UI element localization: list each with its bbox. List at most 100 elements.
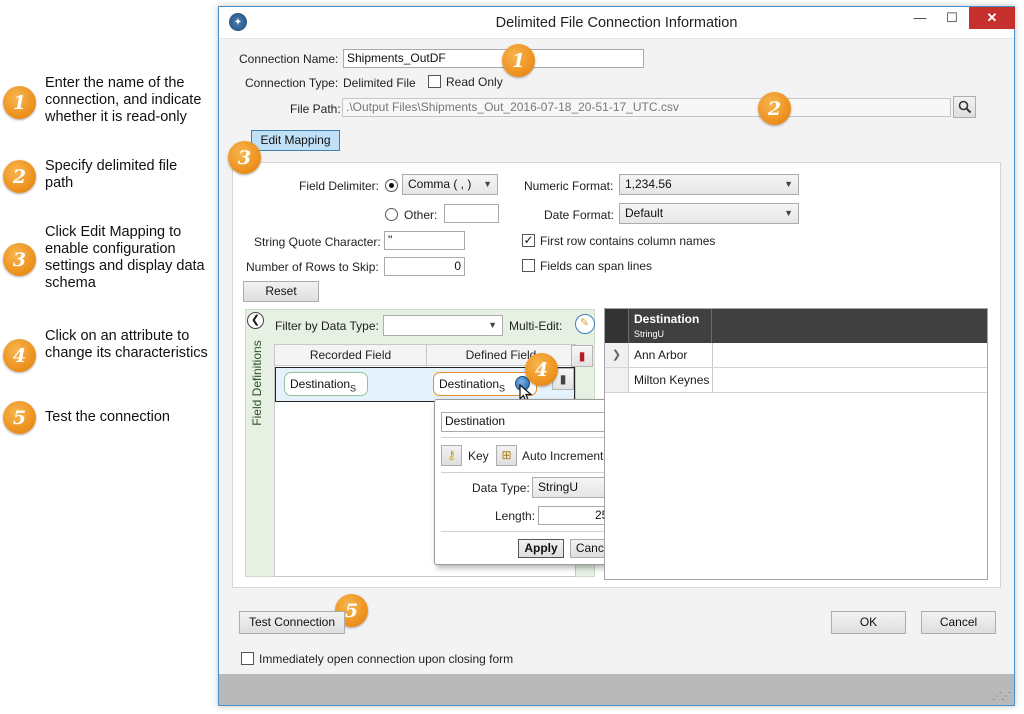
auto-increment-button[interactable]: ⊞: [496, 445, 517, 466]
annotation-text-5: Test the connection: [45, 409, 170, 425]
test-connection-button[interactable]: Test Connection: [239, 611, 345, 634]
row-selector[interactable]: [605, 368, 629, 392]
data-grid-header: Destination StringU: [605, 309, 987, 343]
annotation-badge-1: 1: [3, 86, 36, 119]
chevron-down-icon: ▼: [488, 320, 497, 330]
data-row[interactable]: ❯ Ann Arbor: [605, 343, 987, 368]
open-on-close-label: Immediately open connection upon closing…: [259, 652, 514, 666]
span-lines-checkbox[interactable]: [522, 259, 535, 272]
rows-skip-label: Number of Rows to Skip:: [246, 260, 379, 274]
annotation-badge-2: 2: [3, 160, 36, 193]
span-lines-label: Fields can span lines: [540, 259, 653, 273]
data-row[interactable]: Milton Keynes: [605, 368, 987, 393]
key-icon: ⚷: [447, 448, 456, 462]
search-icon: [958, 100, 971, 114]
numeric-format-label: Numeric Format:: [524, 179, 614, 193]
apply-button[interactable]: Apply: [518, 539, 564, 558]
key-label: Key: [468, 449, 489, 463]
resize-grip-icon[interactable]: ⋰⋰: [992, 691, 1011, 702]
recorded-field-value: Destination: [290, 377, 351, 391]
defined-field-value: Destination: [439, 377, 500, 391]
annotation-text-2: Specify delimited file path: [45, 158, 178, 191]
chevron-left-icon: ❮: [250, 314, 261, 326]
date-format-dropdown[interactable]: Default ▼: [619, 203, 799, 224]
column-type: StringU: [634, 329, 665, 339]
pencil-icon: ✎: [580, 317, 590, 329]
chevron-down-icon: ▼: [784, 179, 793, 189]
other-delimiter-input[interactable]: [444, 204, 499, 223]
annotation-text-4: Click on an attribute to change its char…: [45, 328, 208, 361]
other-radio[interactable]: [385, 208, 398, 221]
rows-skip-input[interactable]: 0: [384, 257, 465, 276]
numeric-format-value: 1,234.56: [625, 177, 672, 191]
read-only-label: Read Only: [446, 75, 503, 89]
length-label: Length:: [495, 509, 536, 523]
delimiter-dropdown[interactable]: Comma ( , ) ▼: [402, 174, 498, 195]
cell-divider: [712, 368, 713, 392]
multi-edit-toggle[interactable]: ✎: [575, 314, 595, 334]
defined-field-type: S: [499, 383, 506, 394]
other-label: Other:: [404, 208, 438, 222]
popup-divider: [441, 437, 619, 438]
reset-button[interactable]: Reset: [243, 281, 319, 302]
connection-type-value: Delimited File: [343, 76, 416, 90]
recorded-field-type: S: [350, 383, 357, 394]
row-header-corner: [605, 309, 629, 343]
edit-mapping-button[interactable]: Edit Mapping: [251, 130, 340, 151]
cancel-button[interactable]: Cancel: [921, 611, 996, 634]
file-path-input[interactable]: .\Output Files\Shipments_Out_2016-07-18_…: [342, 98, 951, 117]
annotation-badge-4: 4: [3, 339, 36, 372]
multi-edit-label: Multi-Edit:: [509, 319, 563, 333]
filter-data-type-label: Filter by Data Type:: [275, 319, 379, 333]
ok-button[interactable]: OK: [831, 611, 906, 634]
read-only-checkbox[interactable]: [428, 75, 441, 88]
field-delimiter-label: Field Delimiter:: [299, 179, 380, 193]
open-on-close-checkbox[interactable]: [241, 652, 254, 665]
callout-badge-3: 3: [228, 141, 261, 174]
data-type-value: StringU: [538, 480, 579, 494]
annotation-badge-5: 5: [3, 401, 36, 434]
column-header-destination[interactable]: Destination StringU: [630, 309, 712, 343]
annotation-text-3: Click Edit Mapping to enable configurati…: [45, 224, 205, 291]
annotation-badge-3: 3: [3, 243, 36, 276]
popup-divider: [441, 531, 619, 532]
recorded-field-header: Recorded Field: [275, 345, 427, 366]
collapse-button[interactable]: ❮: [247, 312, 264, 329]
comma-radio[interactable]: [385, 179, 398, 192]
auto-increment-icon: ⊞: [501, 448, 512, 462]
connection-type-label: Connection Type:: [245, 76, 339, 90]
date-format-label: Date Format:: [544, 208, 615, 222]
connection-name-label: Connection Name:: [239, 52, 339, 66]
trash-icon: ▮: [578, 349, 586, 363]
key-button[interactable]: ⚷: [441, 445, 462, 466]
annotation-text-1: Enter the name of the connection, and in…: [45, 75, 202, 125]
status-bar: ⋰⋰: [219, 674, 1014, 705]
chevron-down-icon: ▼: [784, 208, 793, 218]
delete-all-button[interactable]: ▮: [571, 345, 593, 367]
first-row-label: First row contains column names: [540, 234, 716, 248]
cell-divider: [712, 343, 713, 367]
numeric-format-dropdown[interactable]: 1,234.56 ▼: [619, 174, 799, 195]
first-row-checkbox[interactable]: ✓: [522, 234, 535, 247]
chevron-down-icon: ▼: [483, 179, 492, 189]
minimize-button[interactable]: —: [905, 7, 935, 29]
callout-badge-1: 1: [502, 44, 535, 77]
close-button[interactable]: ✕: [969, 7, 1015, 29]
attribute-name-input[interactable]: Destination: [441, 412, 619, 432]
filter-data-type-dropdown[interactable]: ▼: [383, 315, 503, 336]
title-bar[interactable]: ✦ Delimited File Connection Information …: [219, 7, 1015, 39]
connection-name-input[interactable]: Shipments_OutDF: [343, 49, 644, 68]
data-preview-grid: Destination StringU ❯ Ann Arbor Milton K…: [604, 308, 988, 580]
data-type-label: Data Type:: [472, 481, 530, 495]
data-cell: Ann Arbor: [634, 348, 688, 362]
recorded-field-pill[interactable]: DestinationS: [284, 372, 368, 396]
maximize-button[interactable]: ☐: [937, 7, 967, 29]
row-selector[interactable]: ❯: [605, 343, 629, 367]
delimiter-value: Comma ( , ): [408, 177, 472, 191]
popup-divider: [441, 472, 619, 473]
column-name: Destination: [634, 312, 700, 326]
string-quote-input[interactable]: ": [384, 231, 465, 250]
browse-button[interactable]: [953, 96, 976, 118]
field-definitions-side-label: Field Definitions: [250, 340, 264, 426]
auto-increment-label: Auto Increment: [522, 449, 604, 463]
